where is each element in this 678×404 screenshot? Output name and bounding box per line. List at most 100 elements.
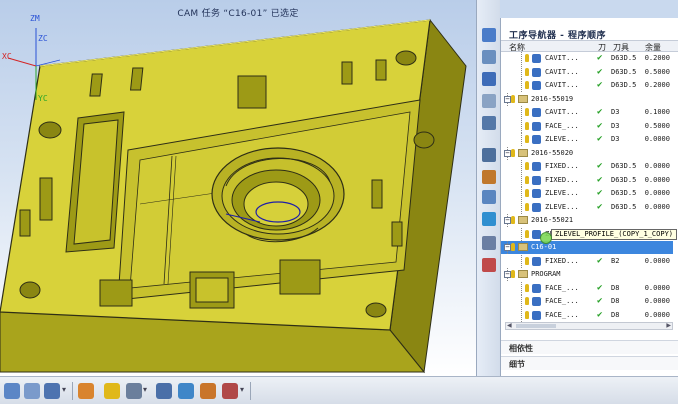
chevron-down-icon[interactable]: ▾ — [143, 385, 147, 394]
tool-cell: D63D.5 — [611, 67, 637, 76]
status-bulb-icon — [525, 81, 529, 89]
assembly-icon[interactable] — [482, 236, 496, 250]
operation-row[interactable]: FACE_... ✔ D8 0.0000 — [501, 308, 673, 322]
program-group-row[interactable]: − C16-01 — [501, 241, 673, 254]
status-bulb-icon — [525, 297, 529, 305]
row-label: PROGRAM — [531, 270, 561, 278]
status-bulb-icon — [525, 135, 529, 143]
view-orient-icon[interactable] — [4, 383, 20, 399]
tool-cell: B2 — [611, 256, 620, 265]
operation-row[interactable]: FIXED... ✔ B2 0.0000 — [501, 254, 673, 268]
selection-filter-icon[interactable] — [104, 383, 120, 399]
expander-icon[interactable]: − — [504, 95, 511, 103]
layer-icon[interactable] — [222, 383, 238, 399]
operation-row[interactable]: ZLEVE... ✔ D63D.5 0.0000 — [501, 200, 673, 214]
row-label: ZLEVE... — [545, 189, 579, 197]
operation-row[interactable]: FIXED... ✔ D63D.5 0.0000 — [501, 160, 673, 173]
tree-line — [521, 281, 522, 295]
tree-line — [521, 160, 522, 173]
analysis-icon[interactable] — [200, 383, 216, 399]
scroll-thumb[interactable] — [516, 324, 556, 328]
expander-icon[interactable]: − — [504, 149, 511, 157]
check-icon: ✔ — [597, 80, 603, 90]
row-label: FACE_... — [545, 310, 579, 319]
tool-icon[interactable] — [482, 170, 496, 184]
expander-icon[interactable]: − — [504, 271, 511, 278]
operation-row[interactable]: CAVIT... ✔ D63D.5 0.2000 — [501, 79, 673, 92]
stock-cell: 0.5000 — [644, 121, 670, 130]
chevron-down-icon[interactable]: ▾ — [62, 385, 66, 394]
program-folder-icon — [518, 243, 528, 251]
operation-row[interactable]: ZLEVE... ✔ D3 0.0000 — [501, 133, 673, 146]
tree-line — [521, 173, 522, 187]
roles-icon[interactable] — [482, 190, 496, 204]
expander-icon[interactable]: − — [504, 244, 511, 251]
operation-row[interactable]: FACE_... ✔ D3 0.5000 — [501, 119, 673, 133]
status-bulb-icon — [525, 67, 529, 76]
dependencies-section[interactable]: 相依性 — [501, 340, 678, 354]
details-section[interactable]: 细节 — [501, 356, 678, 370]
row-tooltip: ZLEVEL_PROFILE_(COPY_1_COPY) — [551, 229, 678, 240]
tree-line — [521, 200, 522, 214]
scroll-right-icon[interactable]: ▶ — [666, 322, 671, 329]
stock-cell: 0.0000 — [644, 135, 670, 143]
operation-row[interactable]: FIXED... ✔ D63D.5 0.0000 — [501, 173, 673, 187]
program-group-row[interactable]: − 2016-55020 — [501, 146, 673, 160]
row-label: 2016-55020 — [531, 148, 574, 157]
status-bulb-icon — [525, 229, 529, 238]
mold-part-model[interactable] — [0, 0, 476, 376]
palette-icon[interactable] — [78, 383, 94, 399]
tool-cell: D8 — [611, 310, 620, 319]
row-label: CAVIT... — [545, 54, 579, 62]
status-bulb-icon — [525, 162, 529, 170]
operation-row[interactable]: ZLEVE... ✔ D63D.5 0.0000 — [501, 187, 673, 200]
tool-cell: D3 — [611, 121, 620, 130]
scroll-left-icon[interactable]: ◀ — [507, 322, 512, 329]
method-icon[interactable] — [482, 94, 496, 108]
geometry-icon[interactable] — [482, 72, 496, 86]
axis-label-xc: XC — [2, 52, 12, 61]
tool-cell: D63D.5 — [611, 202, 637, 211]
workplane-icon[interactable] — [156, 383, 172, 399]
operation-icon — [532, 162, 541, 171]
program-group-row[interactable]: − 2016-55021 — [501, 214, 673, 227]
check-icon: ✔ — [597, 188, 603, 198]
status-bulb-icon — [511, 148, 515, 157]
tool-cell: D63D.5 — [611, 162, 637, 170]
measure-icon[interactable] — [178, 383, 194, 399]
operation-row[interactable]: FACE_... ✔ D8 0.0000 — [501, 295, 673, 308]
status-bulb-icon — [525, 121, 529, 130]
machine-tool-icon[interactable] — [482, 50, 496, 64]
render-style-icon[interactable] — [44, 383, 60, 399]
status-bulb-icon — [525, 256, 529, 265]
navigator-icon[interactable] — [482, 28, 496, 42]
palette-icon[interactable] — [482, 258, 496, 272]
operation-row[interactable]: CAVIT... ✔ D63D.5 0.5000 — [501, 65, 673, 79]
tree-line — [521, 106, 522, 119]
program-group-row[interactable]: − PROGRAM — [501, 268, 673, 281]
expander-icon[interactable]: − — [504, 217, 511, 224]
operation-icon — [532, 67, 541, 77]
graphics-viewport[interactable]: CAM 任务 “C16-01” 已选定 ZM ZC XC YC — [0, 0, 476, 376]
web-icon[interactable] — [482, 212, 496, 226]
axis-label-yc: YC — [38, 94, 48, 103]
row-label: ZLEVE... — [545, 135, 579, 143]
status-bulb-icon — [511, 216, 515, 224]
horizontal-scrollbar[interactable]: ◀ ▶ — [505, 322, 673, 330]
fit-view-icon[interactable] — [24, 383, 40, 399]
row-label: FIXED... — [545, 256, 579, 265]
snap-point-icon[interactable] — [126, 383, 142, 399]
part-nav-icon[interactable] — [482, 116, 496, 130]
history-icon[interactable] — [482, 148, 496, 162]
program-group-row[interactable]: − 2016-55019 — [501, 92, 673, 106]
chevron-down-icon[interactable]: ▾ — [240, 385, 244, 394]
operation-row[interactable]: CAVIT... ✔ D63D.5 0.2000 — [501, 52, 673, 65]
row-label: 2016-55019 — [531, 94, 574, 103]
status-bulb-icon — [525, 202, 529, 211]
tree-line — [521, 79, 522, 92]
status-bulb-icon — [525, 54, 529, 62]
operation-row[interactable]: FACE_... ✔ D8 0.0000 — [501, 281, 673, 295]
operation-row[interactable]: CAVIT... ✔ D3 0.1000 — [501, 106, 673, 119]
bottom-toolbar: ▾ ▾ ▾ — [0, 376, 678, 404]
row-label: C16-01 — [531, 243, 557, 251]
